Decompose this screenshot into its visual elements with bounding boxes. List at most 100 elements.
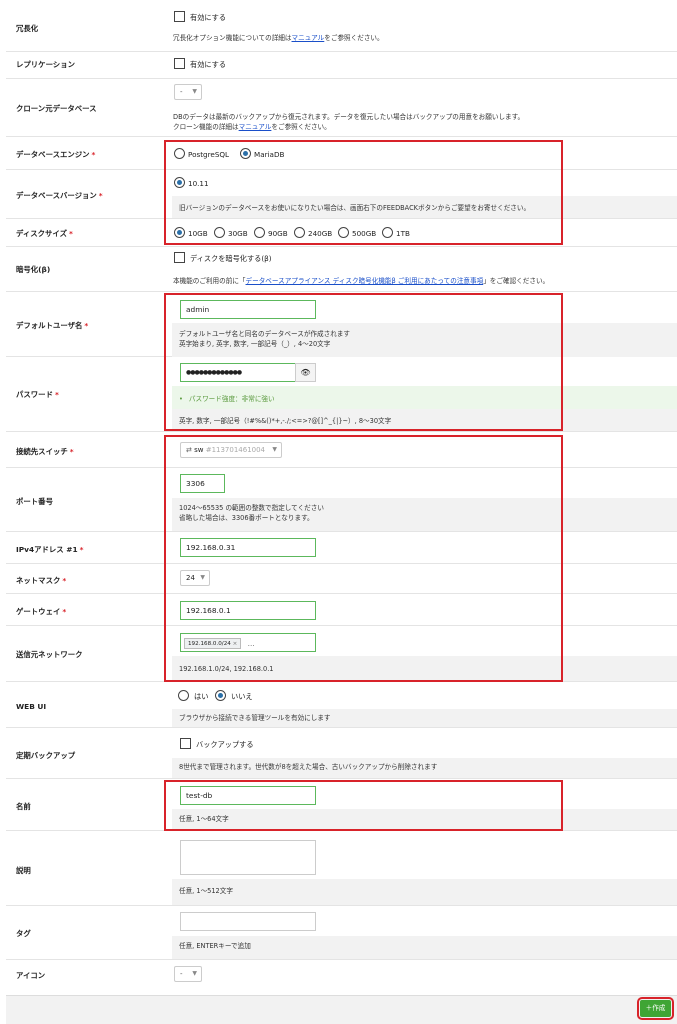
source-network-tag: 192.168.0.0/24 × (184, 637, 242, 649)
redundancy-manual-link[interactable]: マニュアル (292, 34, 325, 42)
engine-radio-postgresql[interactable] (174, 148, 185, 159)
icon-label: アイコン (16, 971, 46, 980)
version-note: 旧バージョンのデータベースをお使いになりたい場合は、画面右下のFEEDBACKボ… (179, 204, 531, 212)
disk-option-30gb: 30GB (228, 229, 248, 238)
description-note: 任意, 1～512文字 (179, 887, 233, 895)
form-footer (6, 995, 677, 1024)
webui-row: WEB UI はい いいえ ブラウザから接続できる管理ツールを有効にします (6, 682, 677, 728)
engine-label: データベースエンジン * (16, 150, 96, 159)
backup-checkbox[interactable] (180, 738, 191, 749)
switch-select[interactable]: ⇄ sw #113701461004 ▼ (180, 442, 282, 458)
password-note: 英字, 数字, 一部記号（!#%&()*+,-./;<=>?@[]^_{|}~）… (179, 417, 392, 425)
redundancy-checkbox[interactable] (174, 11, 185, 22)
webui-label: WEB UI (16, 702, 47, 711)
engine-option-postgresql: PostgreSQL (188, 150, 230, 159)
netmask-label: ネットマスク * (16, 576, 67, 585)
create-button[interactable]: ＋作成 (637, 997, 674, 1020)
disk-option-1tb: 1TB (396, 229, 410, 238)
encrypt-notice-link[interactable]: データベースアプライアンス ディスク暗号化機能β ご利用にあたっての注意事項 (246, 277, 484, 285)
chevron-down-icon: ▼ (200, 574, 205, 581)
backup-label: 定期バックアップ (16, 751, 76, 760)
chevron-down-icon: ▼ (192, 970, 197, 977)
disk-radio-30gb[interactable] (214, 227, 225, 238)
icon-row: アイコン - ▼ (6, 960, 677, 995)
backup-checkbox-label: バックアップする (196, 740, 254, 749)
source-label: 送信元ネットワーク (16, 650, 83, 659)
disk-radio-1tb[interactable] (382, 227, 393, 238)
disk-radio-10gb[interactable] (174, 227, 185, 238)
encrypt-label: 暗号化(β) (16, 265, 51, 274)
clone-note: DBのデータは最新のバックアップから復元されます。データを復元したい場合はバック… (173, 113, 525, 131)
redundancy-row: 冗長化 有効にする 冗長化オプション機能についての詳細はマニュアルをご参照くださ… (6, 0, 677, 52)
netmask-row: ネットマスク * 24 ▼ (6, 564, 677, 594)
clone-row: クローン元データベース - ▼ DBのデータは最新のバックアップから復元されます。… (6, 79, 677, 137)
gateway-label: ゲートウェイ * (16, 607, 67, 616)
replication-label: レプリケーション (16, 60, 75, 69)
user-row: デフォルトユーザ名 * admin デフォルトユーザ名と同名のデータベースが作成さ… (6, 292, 677, 357)
user-label: デフォルトユーザ名 * (16, 321, 89, 330)
password-label: パスワード * (16, 390, 59, 399)
engine-row: データベースエンジン * PostgreSQL MariaDB (6, 137, 677, 170)
user-note: デフォルトユーザ名と同名のデータベースが作成されます 英字始まり, 英字, 数字,… (179, 330, 350, 348)
password-input[interactable]: ●●●●●●●●●●●●● (180, 363, 296, 382)
clone-select[interactable]: - ▼ (174, 84, 202, 100)
encrypt-row: 暗号化(β) ディスクを暗号化する(β) 本機能のご利用の前に「データベースアプ… (6, 247, 677, 292)
version-value: 10.11 (188, 179, 209, 188)
disk-radio-500gb[interactable] (338, 227, 349, 238)
tags-note: 任意, ENTERキーで追加 (179, 942, 251, 950)
tags-label: タグ (16, 929, 31, 938)
redundancy-label: 冗長化 (16, 24, 39, 33)
description-label: 説明 (16, 866, 31, 875)
name-note-bg (172, 809, 677, 830)
username-input[interactable]: admin (180, 300, 316, 319)
redundancy-note: 冗長化オプション機能についての詳細はマニュアルをご参照ください。 (173, 34, 384, 42)
disk-option-90gb: 90GB (268, 229, 288, 238)
ipv4-input[interactable]: 192.168.0.31 (180, 538, 316, 557)
password-row: パスワード * ●●●●●●●●●●●●● 👁 • パスワード強度：非常に強い 英字… (6, 357, 677, 432)
chevron-down-icon: ▼ (272, 446, 277, 453)
disk-option-10gb: 10GB (188, 229, 208, 238)
description-textarea[interactable] (180, 840, 316, 875)
tags-input[interactable] (180, 912, 316, 931)
encrypt-checkbox[interactable] (174, 252, 185, 263)
ipv4-label: IPv4アドレス #1 * (16, 545, 84, 554)
chevron-down-icon: ▼ (192, 88, 197, 95)
disk-option-500gb: 500GB (352, 229, 377, 238)
source-row: 送信元ネットワーク 192.168.0.0/24 × ... 192.168.1… (6, 626, 677, 682)
ipv4-row: IPv4アドレス #1 * 192.168.0.31 (6, 532, 677, 564)
source-network-input[interactable]: 192.168.0.0/24 × ... (180, 633, 316, 652)
switch-icon: ⇄ (186, 446, 195, 454)
show-password-button[interactable]: 👁 (295, 363, 316, 382)
webui-radio-no[interactable] (215, 690, 226, 701)
disk-label: ディスクサイズ * (16, 229, 73, 238)
redundancy-checkbox-label: 有効にする (190, 13, 227, 22)
gateway-row: ゲートウェイ * 192.168.0.1 (6, 594, 677, 626)
version-label: データベースバージョン * (16, 191, 103, 200)
replication-checkbox-label: 有効にする (190, 60, 227, 69)
close-icon[interactable]: × (233, 641, 238, 647)
version-row: データベースバージョン * 10.11 旧バージョンのデータベースをお使いになりた… (6, 170, 677, 219)
icon-select[interactable]: - ▼ (174, 966, 202, 982)
engine-option-mariadb: MariaDB (254, 150, 285, 159)
port-note: 1024～65535 の範囲の整数で指定してください 省略した場合は、3306番ポ… (179, 504, 324, 522)
version-radio[interactable] (174, 177, 185, 188)
gateway-input[interactable]: 192.168.0.1 (180, 601, 316, 620)
engine-radio-mariadb[interactable] (240, 148, 251, 159)
name-row: 名前 test-db 任意, 1～64文字 (6, 779, 677, 831)
webui-radio-yes[interactable] (178, 690, 189, 701)
encrypt-checkbox-label: ディスクを暗号化する(β) (190, 254, 272, 263)
password-strength: • パスワード強度：非常に強い (179, 395, 275, 403)
name-input[interactable]: test-db (180, 786, 316, 805)
encrypt-note: 本機能のご利用の前に「データベースアプライアンス ディスク暗号化機能β ご利用に… (173, 277, 550, 285)
backup-note: 8世代まで管理されます。世代数が8を超えた場合、古いバックアップから削除されます (179, 763, 438, 771)
clone-manual-link[interactable]: マニュアル (239, 123, 272, 131)
webui-note: ブラウザから接続できる管理ツールを有効にします (179, 714, 331, 722)
port-label: ポート番号 (16, 497, 53, 506)
disk-radio-90gb[interactable] (254, 227, 265, 238)
switch-row: 接続先スイッチ * ⇄ sw #113701461004 ▼ (6, 432, 677, 468)
replication-checkbox[interactable] (174, 58, 185, 69)
description-note-bg (172, 879, 677, 905)
disk-radio-240gb[interactable] (294, 227, 305, 238)
netmask-select[interactable]: 24 ▼ (180, 570, 210, 586)
port-input[interactable]: 3306 (180, 474, 225, 493)
